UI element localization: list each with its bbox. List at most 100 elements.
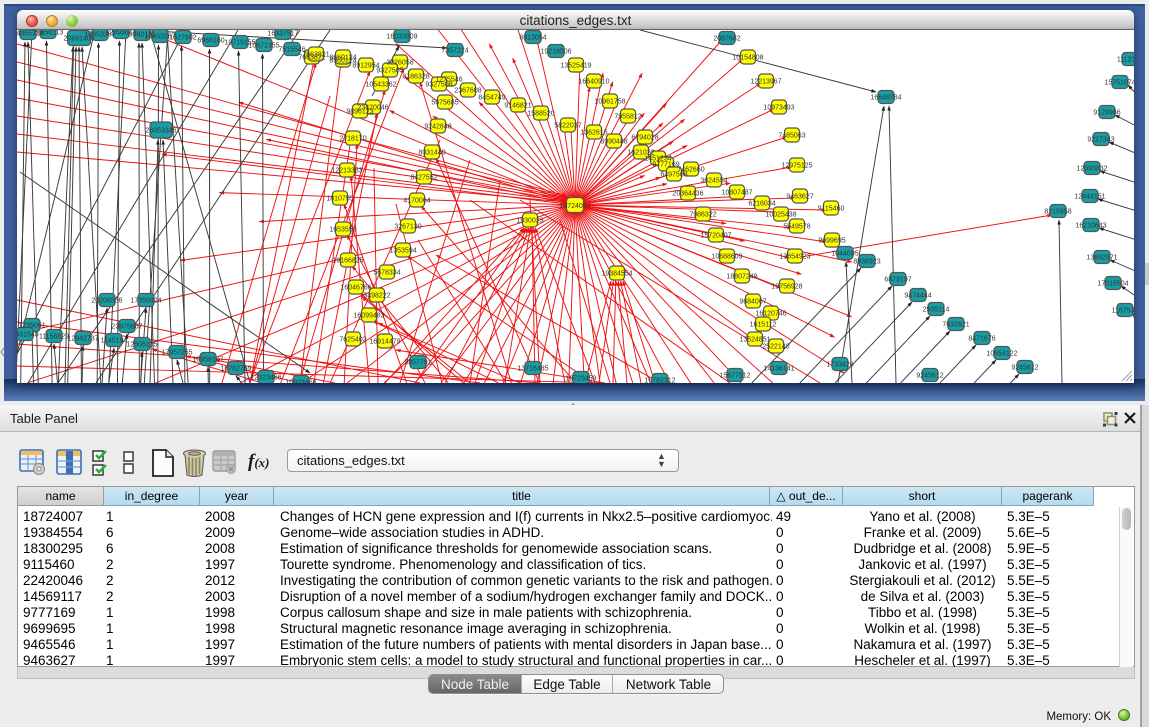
svg-text:12975125: 12975125: [781, 163, 812, 170]
svg-text:5675685: 5675685: [431, 100, 458, 107]
svg-text:10543362: 10543362: [365, 82, 396, 89]
svg-text:7986322: 7986322: [689, 212, 716, 219]
svg-text:9245612: 9245612: [1011, 365, 1038, 372]
svg-text:12942737: 12942737: [67, 336, 98, 343]
svg-text:16099483: 16099483: [353, 313, 384, 320]
svg-text:7485063: 7485063: [778, 133, 805, 140]
svg-text:16046766: 16046766: [340, 285, 371, 292]
svg-text:9245612: 9245612: [916, 373, 943, 380]
svg-text:8990448: 8990448: [600, 139, 627, 146]
svg-text:15877912: 15877912: [719, 373, 750, 380]
svg-text:3931540: 3931540: [17, 332, 39, 339]
svg-text:18724007: 18724007: [559, 203, 590, 210]
svg-text:13525419: 13525419: [560, 63, 591, 70]
svg-text:8938923: 8938923: [853, 259, 880, 266]
svg-text:10025438: 10025438: [765, 212, 796, 219]
svg-text:13524851: 13524851: [739, 337, 770, 344]
svg-text:8454749: 8454749: [478, 95, 505, 102]
svg-text:8031440: 8031440: [418, 150, 445, 157]
svg-text:1044095: 1044095: [831, 251, 858, 258]
svg-text:7625402: 7625402: [339, 337, 366, 344]
svg-text:1112345: 1112345: [1117, 57, 1134, 64]
svg-text:4170064: 4170064: [403, 198, 430, 205]
svg-text:1930023: 1930023: [516, 218, 543, 225]
svg-text:2087682: 2087682: [713, 36, 740, 43]
svg-text:15751074: 15751074: [1104, 80, 1134, 87]
svg-text:16033809: 16033809: [386, 34, 417, 41]
svg-text:10973493: 10973493: [763, 105, 794, 112]
svg-text:1167533: 1167533: [1112, 308, 1134, 315]
svg-text:16640910: 16640910: [578, 79, 609, 86]
svg-text:20558113: 20558113: [33, 30, 64, 37]
svg-text:16337517: 16337517: [267, 31, 298, 38]
svg-text:9684067: 9684067: [739, 299, 766, 306]
svg-text:12213383: 12213383: [331, 168, 362, 175]
svg-text:10671355: 10671355: [248, 43, 279, 50]
svg-text:26053346: 26053346: [145, 128, 176, 135]
svg-text:3267130: 3267130: [394, 224, 421, 231]
svg-text:9857791: 9857791: [404, 360, 431, 367]
svg-text:9115460: 9115460: [818, 206, 845, 213]
svg-text:6879197: 6879197: [884, 277, 911, 284]
svg-text:1353594: 1353594: [389, 248, 416, 255]
svg-text:12093832: 12093832: [1076, 166, 1107, 173]
svg-text:10958107: 10958107: [192, 357, 223, 364]
svg-text:10923466: 10923466: [285, 380, 316, 384]
svg-text:16120746: 16120746: [755, 311, 786, 318]
svg-text:6966160: 6966160: [197, 38, 224, 45]
svg-text:9242848: 9242848: [424, 124, 451, 131]
svg-text:17957255: 17957255: [161, 350, 192, 357]
svg-text:13654923: 13654923: [779, 254, 810, 261]
svg-text:1733426: 1733426: [826, 362, 853, 369]
svg-text:9699695: 9699695: [818, 238, 845, 245]
svg-text:16210643: 16210643: [1075, 223, 1106, 230]
svg-text:9777169: 9777169: [652, 162, 679, 169]
svg-text:8427552: 8427552: [410, 175, 437, 182]
svg-text:10154808: 10154808: [732, 55, 763, 62]
svg-text:2718170: 2718170: [339, 136, 366, 143]
svg-text:10654122: 10654122: [986, 351, 1017, 358]
svg-text:12505135: 12505135: [126, 342, 157, 349]
svg-text:16782312: 16782312: [644, 378, 675, 384]
svg-text:8471676: 8471676: [968, 336, 995, 343]
svg-text:5678334: 5678334: [373, 270, 400, 277]
svg-text:6216034: 6216034: [748, 201, 775, 208]
svg-text:9129966: 9129966: [1093, 110, 1120, 117]
svg-text:19166825: 19166825: [332, 258, 363, 265]
svg-text:19384554: 19384554: [601, 271, 632, 278]
svg-text:9463627: 9463627: [786, 194, 813, 201]
svg-text:3226058: 3226058: [386, 60, 413, 67]
svg-text:8660124: 8660124: [329, 55, 356, 62]
svg-text:14136141: 14136141: [763, 366, 794, 373]
svg-text:2522140: 2522140: [762, 344, 789, 351]
svg-text:10807487: 10807487: [721, 190, 752, 197]
svg-text:2935114: 2935114: [923, 307, 950, 314]
svg-text:5822037: 5822037: [554, 123, 581, 130]
svg-text:1615112: 1615112: [750, 322, 777, 329]
svg-text:1653559: 1653559: [329, 227, 356, 234]
svg-text:19756928: 19756928: [771, 284, 802, 291]
svg-text:8813054: 8813054: [519, 35, 546, 42]
svg-text:1810755: 1810755: [326, 196, 353, 203]
svg-text:3498222: 3498222: [363, 293, 390, 300]
svg-text:7663821: 7663821: [302, 52, 329, 59]
svg-text:13716485: 13716485: [517, 366, 548, 373]
svg-text:12323466: 12323466: [250, 375, 281, 382]
svg-text:2367608: 2367608: [454, 88, 481, 95]
svg-text:10688609: 10688609: [711, 254, 742, 261]
svg-text:1145194: 1145194: [101, 338, 128, 345]
svg-text:1235061: 1235061: [18, 323, 45, 330]
svg-text:16648784: 16648784: [870, 95, 901, 102]
svg-text:23975867: 23975867: [111, 324, 142, 331]
svg-text:20206536: 20206536: [91, 298, 122, 305]
svg-text:10723459: 10723459: [565, 376, 596, 383]
svg-text:13692971: 13692971: [1086, 255, 1117, 262]
svg-text:19218506: 19218506: [540, 49, 571, 56]
svg-text:7357224: 7357224: [441, 48, 468, 55]
svg-text:16782759: 16782759: [220, 366, 251, 373]
svg-text:3624554: 3624554: [700, 178, 727, 185]
svg-text:1527602: 1527602: [169, 35, 196, 42]
svg-text:1588520: 1588520: [527, 111, 554, 118]
svg-text:9896123: 9896123: [346, 109, 373, 116]
svg-text:9227343: 9227343: [1087, 137, 1114, 144]
